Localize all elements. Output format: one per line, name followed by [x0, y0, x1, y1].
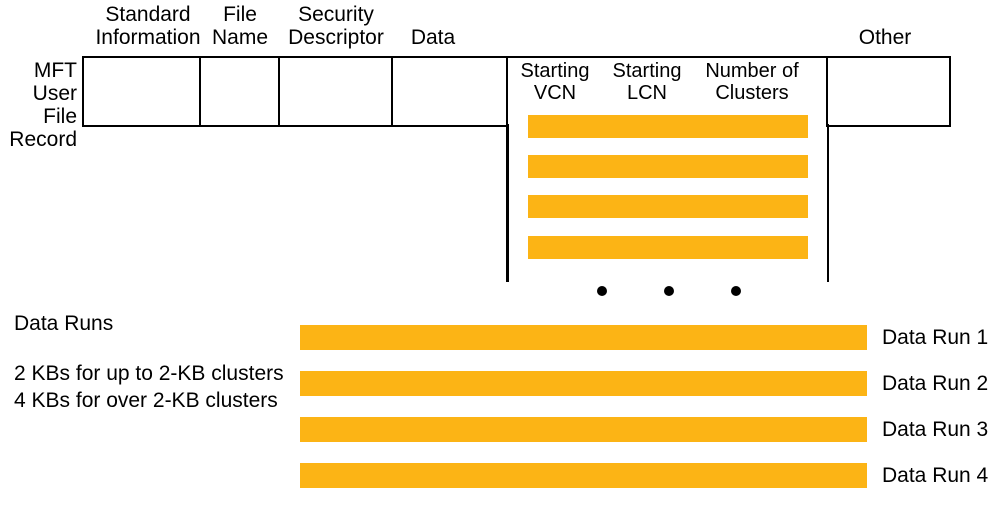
text: Information	[88, 26, 208, 49]
label-data-run-1: Data Run 1	[882, 326, 988, 349]
text: File	[205, 3, 275, 26]
text: Record	[0, 128, 77, 151]
text: Data Runs	[14, 312, 113, 335]
text: Data Run 3	[882, 418, 988, 441]
cell-standard-information	[82, 56, 202, 127]
label-note-4kb: 4 KBs for over 2-KB clusters	[14, 389, 278, 412]
text: Security	[281, 3, 391, 26]
header-starting-lcn: Starting LCN	[607, 60, 687, 104]
cell-data	[391, 56, 509, 127]
text: LCN	[607, 82, 687, 104]
ellipsis-dot	[597, 286, 607, 296]
text: VCN	[515, 82, 595, 104]
label-mft-user-file-record: MFT User File Record	[0, 59, 77, 151]
text: MFT	[0, 59, 77, 82]
mapping-row-4	[528, 236, 808, 259]
text: Clusters	[697, 82, 807, 104]
mapping-row-2	[528, 155, 808, 178]
text: Starting	[607, 60, 687, 82]
data-run-bar-2	[300, 371, 867, 396]
label-data-run-4: Data Run 4	[882, 464, 988, 487]
data-run-bar-3	[300, 417, 867, 442]
text: 4 KBs for over 2-KB clusters	[14, 389, 278, 412]
ellipsis-dot	[731, 286, 741, 296]
text: Number of	[697, 60, 807, 82]
label-data-run-3: Data Run 3	[882, 418, 988, 441]
cell-file-name	[199, 56, 281, 127]
diagram-root: Standard Information File Name Security …	[0, 0, 1000, 508]
header-starting-vcn: Starting VCN	[515, 60, 595, 104]
mapping-row-1	[528, 115, 808, 138]
label-security-descriptor: Security Descriptor	[281, 3, 391, 49]
data-run-bar-4	[300, 463, 867, 488]
text: File	[0, 105, 77, 128]
text: Data	[411, 26, 455, 49]
label-data-run-2: Data Run 2	[882, 372, 988, 395]
text: User	[0, 82, 77, 105]
label-data-runs-title: Data Runs	[14, 312, 113, 335]
text: Other	[859, 26, 912, 49]
label-note-2kb: 2 KBs for up to 2-KB clusters	[14, 362, 284, 385]
ellipsis-dot	[664, 286, 674, 296]
label-standard-information: Standard Information	[88, 3, 208, 49]
frame-left-line	[506, 124, 509, 282]
text: Data Run 4	[882, 464, 988, 487]
text: Standard	[88, 3, 208, 26]
text: Starting	[515, 60, 595, 82]
label-other: Other	[850, 26, 920, 49]
text: Data Run 1	[882, 326, 988, 349]
data-run-bar-1	[300, 325, 867, 350]
cell-other	[826, 56, 951, 127]
mapping-row-3	[528, 195, 808, 218]
text: 2 KBs for up to 2-KB clusters	[14, 362, 284, 385]
frame-right-line	[827, 124, 830, 282]
label-data: Data	[403, 26, 463, 49]
text: Descriptor	[281, 26, 391, 49]
text: Data Run 2	[882, 372, 988, 395]
header-number-of-clusters: Number of Clusters	[697, 60, 807, 104]
label-file-name: File Name	[205, 3, 275, 49]
text: Name	[205, 26, 275, 49]
cell-security-descriptor	[278, 56, 394, 127]
